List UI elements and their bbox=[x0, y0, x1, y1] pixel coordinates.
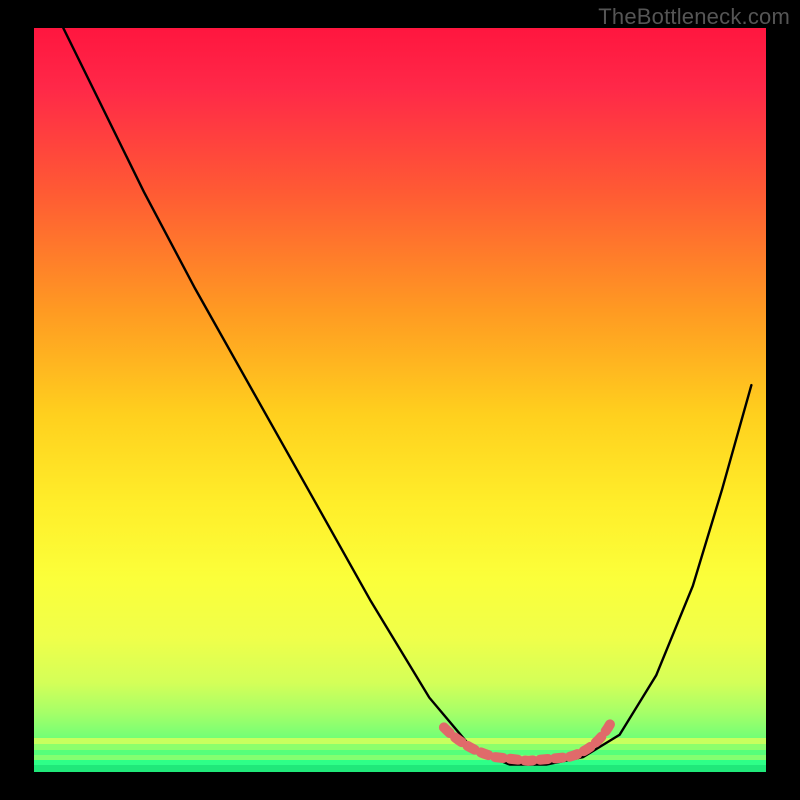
band-strip-3 bbox=[34, 750, 766, 755]
watermark-label: TheBottleneck.com bbox=[598, 4, 790, 30]
chart-stage: TheBottleneck.com bbox=[0, 0, 800, 800]
plot-gradient-bg bbox=[34, 28, 766, 772]
band-strip-6 bbox=[34, 765, 766, 772]
chart-svg bbox=[0, 0, 800, 800]
band-strip-2 bbox=[34, 744, 766, 750]
band-strip-1 bbox=[34, 738, 766, 744]
band-strip-4 bbox=[34, 755, 766, 760]
band-strip-5 bbox=[34, 760, 766, 765]
